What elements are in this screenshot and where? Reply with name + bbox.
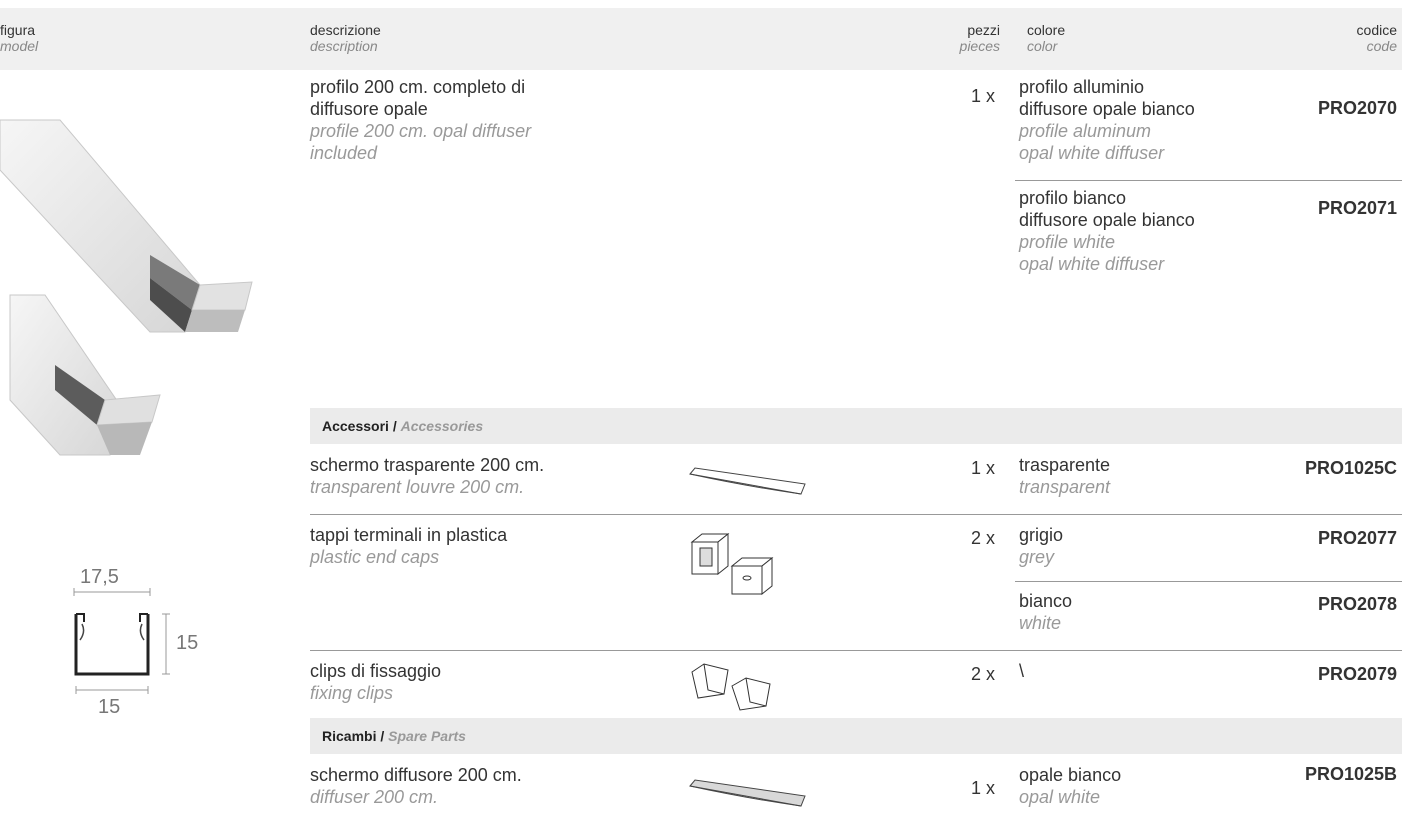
- accessory-quantity: 1 x: [970, 458, 995, 478]
- accessory-code: PRO1025C: [1304, 458, 1397, 478]
- variant-color-it-line-2: diffusore opale bianco: [1019, 210, 1195, 230]
- header-code: codice code: [1300, 22, 1397, 54]
- spare-part-quantity: 1 x: [970, 778, 995, 798]
- row-divider: [310, 514, 1402, 515]
- accessory-quantity: 2 x: [970, 664, 995, 684]
- accessory-code: PRO2077: [1317, 528, 1397, 548]
- spare-part-desc-it: schermo diffusore 200 cm.: [310, 765, 522, 785]
- accessory-desc-en: transparent louvre 200 cm.: [310, 477, 525, 497]
- dimension-width-top: 17,5: [80, 566, 119, 588]
- header-codice-label: codice: [1356, 22, 1397, 38]
- variant-color-it-line-1: profilo bianco: [1019, 188, 1127, 208]
- spare-parts-section-header: Ricambi / Spare Parts: [310, 718, 1402, 754]
- accessory-desc-it: schermo trasparente 200 cm.: [310, 455, 545, 475]
- dimension-width-bottom: 15: [98, 696, 121, 718]
- header-model-label: model: [0, 38, 39, 54]
- variant-color-it-line-2: diffusore opale bianco: [1019, 99, 1195, 119]
- spare-part-color: opale bianco opal white: [1019, 764, 1121, 808]
- section-title-separator: /: [388, 418, 401, 434]
- spare-part-code: PRO1025B: [1304, 764, 1397, 784]
- accessory-code: PRO2078: [1317, 594, 1397, 614]
- accessory-description: schermo trasparente 200 cm. transparent …: [310, 454, 544, 498]
- section-title-en: Accessories: [400, 418, 484, 434]
- row-divider: [1015, 180, 1402, 181]
- spare-part-description: schermo diffusore 200 cm. diffuser 200 c…: [310, 764, 522, 808]
- dimension-height: 15: [176, 632, 199, 654]
- section-title-it: Accessori: [322, 418, 389, 434]
- header-model: figura model: [0, 22, 38, 54]
- product-desc-en-line-1: profile 200 cm. opal diffuser: [310, 121, 532, 141]
- product-quantity: 1 x: [970, 86, 995, 106]
- section-title-it: Ricambi: [322, 728, 377, 744]
- row-divider: [1015, 581, 1402, 582]
- variant-color-en-line-1: profile white: [1019, 232, 1116, 252]
- spare-part-color-en: opal white: [1019, 787, 1101, 807]
- header-figura-label: figura: [0, 22, 36, 38]
- spare-part-color-it: opale bianco: [1019, 765, 1122, 785]
- section-title-separator: /: [376, 728, 389, 744]
- accessory-desc-it: clips di fissaggio: [310, 661, 442, 681]
- accessories-section-header: Accessori / Accessories: [310, 408, 1402, 444]
- variant-color: profilo alluminio diffusore opale bianco…: [1019, 76, 1195, 164]
- product-desc-it-line-1: profilo 200 cm. completo di: [310, 77, 526, 97]
- header-descrizione-label: descrizione: [310, 22, 381, 38]
- accessory-color-en: grey: [1019, 547, 1055, 567]
- header-color-label: color: [1027, 38, 1058, 54]
- accessory-color-it: \: [1019, 661, 1025, 681]
- header-color: colore color: [1027, 22, 1065, 54]
- accessory-color-it: grigio: [1019, 525, 1064, 545]
- end-caps-icon: [690, 532, 774, 596]
- section-title-en: Spare Parts: [388, 728, 466, 744]
- accessory-quantity: 2 x: [970, 528, 995, 548]
- spare-part-desc-en: diffuser 200 cm.: [310, 787, 439, 807]
- louvre-strip-icon: [689, 467, 806, 495]
- product-description: profilo 200 cm. completo di diffusore op…: [310, 76, 531, 164]
- variant-color-it-line-1: profilo alluminio: [1019, 77, 1145, 97]
- variant-color-en-line-1: profile aluminum: [1019, 121, 1152, 141]
- fixing-clips-icon: [691, 663, 771, 711]
- header-description-label: description: [310, 38, 378, 54]
- product-photo: [0, 119, 253, 456]
- accessory-description: tappi terminali in plastica plastic end …: [310, 524, 507, 568]
- accessory-color-it: bianco: [1019, 591, 1073, 611]
- header-code-label: code: [1366, 38, 1397, 54]
- variant-color-en-line-2: opal white diffuser: [1019, 254, 1165, 274]
- accessory-color: trasparente transparent: [1019, 454, 1110, 498]
- diffuser-strip-icon: [689, 779, 806, 807]
- accessory-color-en: white: [1019, 613, 1062, 633]
- accessory-color: bianco white: [1019, 590, 1072, 634]
- product-desc-en-line-2: included: [310, 143, 378, 163]
- header-pieces-label: pieces: [959, 38, 1000, 54]
- variant-color: profilo bianco diffusore opale bianco pr…: [1019, 187, 1195, 275]
- accessory-description: clips di fissaggio fixing clips: [310, 660, 441, 704]
- header-description: descrizione description: [310, 22, 381, 54]
- accessory-color-en: transparent: [1019, 477, 1111, 497]
- header-colore-label: colore: [1027, 22, 1066, 38]
- accessory-desc-en: fixing clips: [310, 683, 394, 703]
- table-header: [0, 8, 1402, 70]
- row-divider: [310, 650, 1402, 651]
- accessory-color: grigio grey: [1019, 524, 1063, 568]
- profile-section-drawing: [73, 588, 170, 694]
- accessory-code: PRO2079: [1317, 664, 1397, 684]
- variant-code: PRO2070: [1317, 98, 1397, 118]
- product-desc-it-line-2: diffusore opale: [310, 99, 428, 119]
- accessory-color-it: trasparente: [1019, 455, 1111, 475]
- header-pieces: pezzi pieces: [930, 22, 1000, 54]
- variant-code: PRO2071: [1317, 198, 1397, 218]
- accessory-desc-it: tappi terminali in plastica: [310, 525, 508, 545]
- variant-color-en-line-2: opal white diffuser: [1019, 143, 1165, 163]
- accessory-desc-en: plastic end caps: [310, 547, 440, 567]
- header-pezzi-label: pezzi: [967, 22, 1000, 38]
